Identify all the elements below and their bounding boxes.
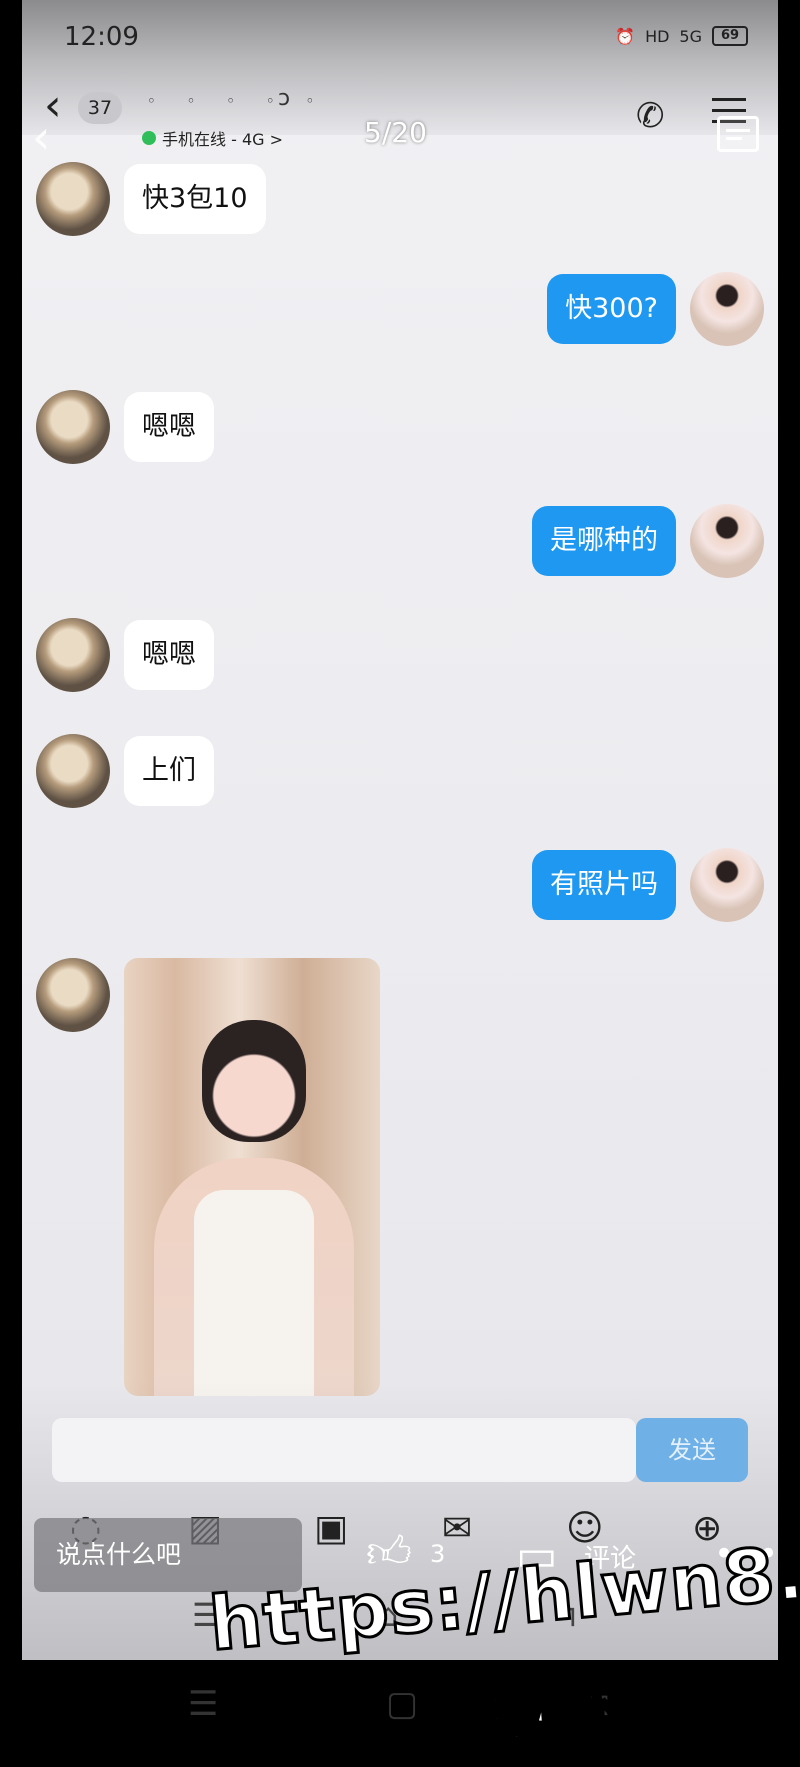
chat-screen: 12:09 ⏰ HD 5G 69 ‹ 37 ◦ ◦ ◦ ◦ ◦ ↄ 手机在线 -… — [22, 0, 778, 1660]
online-dot-icon — [142, 131, 156, 145]
hd-label: HD — [645, 26, 670, 46]
online-status-text: 手机在线 - 4G > — [162, 130, 284, 149]
message-row: 有照片吗 — [532, 848, 764, 922]
home-icon[interactable]: ▢ — [386, 1684, 418, 1724]
message-bubble[interactable]: 嗯嗯 — [124, 392, 214, 462]
message-row — [36, 958, 380, 1396]
my-avatar[interactable] — [690, 848, 764, 922]
outer-system-nav: ☰ ▢ ↰ — [0, 1684, 800, 1734]
photo-message[interactable] — [124, 958, 380, 1396]
message-bubble[interactable]: 嗯嗯 — [124, 620, 214, 690]
camera-icon[interactable]: ▣ — [314, 1508, 348, 1549]
message-input[interactable] — [52, 1418, 636, 1482]
signal-label: 5G — [679, 26, 702, 46]
message-row: 嗯嗯 — [36, 390, 214, 464]
ear-icon: ↄ — [278, 86, 291, 111]
photo-figure-top — [194, 1190, 314, 1396]
recents-icon[interactable]: ☰ — [188, 1684, 218, 1724]
viewer-prev-icon[interactable]: ‹ — [32, 110, 50, 164]
message-row: 上们 — [36, 734, 214, 808]
send-button[interactable]: 发送 — [636, 1418, 748, 1482]
phone-icon[interactable]: ✆ — [636, 96, 665, 136]
online-status: 手机在线 - 4G > — [142, 126, 283, 150]
contact-name: ◦ ◦ ◦ ◦ ◦ — [147, 92, 328, 110]
my-avatar[interactable] — [690, 504, 764, 578]
friend-avatar[interactable] — [36, 958, 110, 1032]
battery-icon: 69 — [712, 26, 748, 46]
watermark-name: 黑料网 — [459, 1675, 659, 1765]
status-icons: ⏰ HD 5G 69 — [615, 26, 748, 46]
message-row: 嗯嗯 — [36, 618, 214, 692]
message-row: 快300? — [547, 272, 764, 346]
message-row: 是哪种的 — [532, 504, 764, 578]
alarm-icon: ⏰ — [615, 26, 636, 46]
red-packet-icon[interactable]: ✉ — [442, 1508, 472, 1549]
friend-avatar[interactable] — [36, 162, 110, 236]
message-row: 快3包10 — [36, 162, 266, 236]
message-bubble[interactable]: 有照片吗 — [532, 850, 676, 920]
friend-avatar[interactable] — [36, 390, 110, 464]
message-bubble[interactable]: 是哪种的 — [532, 506, 676, 576]
photo-counter: 5/20 — [364, 116, 427, 149]
status-time: 12:09 — [64, 22, 139, 52]
unread-badge: 37 — [78, 92, 122, 124]
photo-figure-head — [202, 1020, 306, 1142]
message-bubble[interactable]: 上们 — [124, 736, 214, 806]
message-bubble[interactable]: 快300? — [547, 274, 676, 344]
my-avatar[interactable] — [690, 272, 764, 346]
device-frame: 12:09 ⏰ HD 5G 69 ‹ 37 ◦ ◦ ◦ ◦ ◦ ↄ 手机在线 -… — [0, 0, 800, 1765]
friend-avatar[interactable] — [36, 734, 110, 808]
message-bubble[interactable]: 快3包10 — [124, 164, 266, 234]
chat-header: ‹ 37 ◦ ◦ ◦ ◦ ◦ ↄ 手机在线 - 4G > 5/20 ✆ — [22, 80, 778, 152]
friend-avatar[interactable] — [36, 618, 110, 692]
caption-icon[interactable] — [717, 116, 759, 152]
